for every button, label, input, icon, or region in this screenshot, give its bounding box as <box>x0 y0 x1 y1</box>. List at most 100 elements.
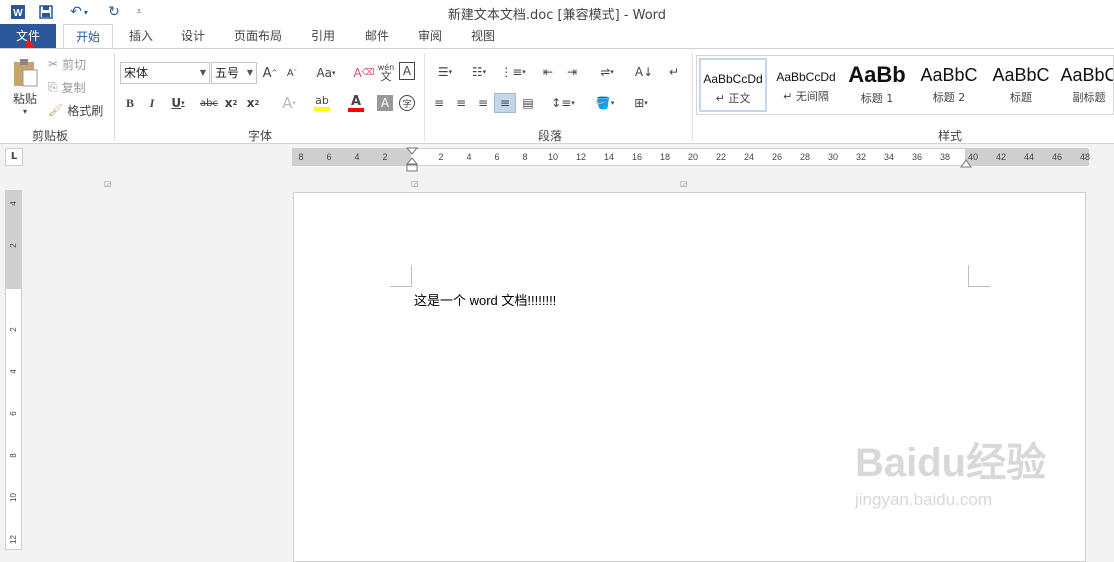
show-marks-icon[interactable]: ↵ <box>664 62 684 82</box>
brush-icon: 🖌 <box>48 103 64 117</box>
paragraph-launcher-icon[interactable]: ◲ <box>680 179 688 188</box>
paste-button[interactable]: 粘贴 ▾ <box>6 55 44 119</box>
bold-icon[interactable]: B <box>122 93 138 113</box>
numbering-icon[interactable]: ☷ ▾ <box>464 62 494 82</box>
cut-label: 剪切 <box>62 57 87 72</box>
document-text[interactable]: 这是一个 word 文档!!!!!!!! <box>414 290 556 309</box>
ruler-tick-label: 28 <box>799 152 810 162</box>
paragraph-group-label: 段落 <box>537 129 562 143</box>
style-name: 副标题 <box>1072 91 1106 104</box>
baidu-watermark: Baidu经验 jingyan.baidu.com <box>855 430 1046 510</box>
watermark-text: Baidu经验 <box>855 441 1047 485</box>
style-normal[interactable]: AaBbCcDd ↵ 正文 <box>699 58 767 112</box>
copy-icon: ⎘ <box>48 79 58 94</box>
ruler-tick-label: 24 <box>743 152 754 162</box>
style-subtitle[interactable]: AaBbC 副标题 <box>1059 58 1114 112</box>
clipboard-group-label: 剪贴板 <box>31 129 68 143</box>
sort-icon[interactable]: A↓ <box>634 62 654 82</box>
ruler-tick-label: 12 <box>575 152 586 162</box>
clipboard-launcher-icon[interactable]: ◲ <box>104 179 112 188</box>
tab-design[interactable]: 设计 <box>170 24 216 48</box>
phonetic-guide-icon[interactable]: wén 文 <box>377 60 395 84</box>
shading-icon[interactable]: 🪣 ▾ <box>590 93 620 113</box>
ruler-tick-label: 2 <box>382 152 388 162</box>
bullets-icon[interactable]: ☰ ▾ <box>430 62 460 82</box>
style-sample: AaBbC <box>1060 65 1114 85</box>
horizontal-ruler[interactable]: 8 6 4 2 2 4 6 8 10 12 14 16 18 20 22 24 26 28 30 32 34 36 38 40… <box>292 147 1090 172</box>
cut-button[interactable]: ✂ 剪切 <box>48 55 86 73</box>
ruler-tick-label: 36 <box>911 152 922 162</box>
superscript-icon[interactable]: x2 <box>244 93 262 113</box>
ruler-tick-label: 6 <box>494 152 500 162</box>
right-indent-marker-icon[interactable] <box>960 158 972 168</box>
text-direction-icon[interactable]: ⇌ ▾ <box>592 62 622 82</box>
grow-font-icon[interactable]: A ^ <box>262 62 278 84</box>
margin-corner <box>968 265 990 287</box>
font-size-combo[interactable]: 五号 ▼ <box>211 62 257 84</box>
font-name-value: 宋体 <box>124 66 149 80</box>
vertical-ruler[interactable]: 4 2 2 4 6 8 10 12 <box>5 190 22 550</box>
tab-mailings[interactable]: 邮件 <box>354 24 400 48</box>
italic-icon[interactable]: I <box>144 93 160 113</box>
tab-view[interactable]: 视图 <box>460 24 506 48</box>
decrease-indent-icon[interactable]: ⇤ <box>538 62 558 82</box>
paste-label: 粘贴 <box>12 92 37 106</box>
change-case-icon[interactable]: Aa ▾ <box>312 62 340 84</box>
ruler-tick-label: 14 <box>603 152 614 162</box>
shrink-font-icon[interactable]: Aˇ <box>284 62 300 84</box>
tab-home[interactable]: 开始 <box>63 24 113 49</box>
indent-marker-icon[interactable] <box>406 147 418 173</box>
ruler-tick-label: 10 <box>9 493 18 502</box>
style-name: ↵ 无间隔 <box>783 90 829 103</box>
clear-format-icon[interactable]: A ⌫ <box>354 62 375 84</box>
ruler-tick-label: 6 <box>9 411 18 416</box>
style-heading-2[interactable]: AaBbC 标题 2 <box>915 58 983 112</box>
style-no-spacing[interactable]: AaBbCcDd ↵ 无间隔 <box>771 58 841 112</box>
increase-indent-icon[interactable]: ⇥ <box>562 62 582 82</box>
format-painter-label: 格式刷 <box>67 103 104 118</box>
character-shading-icon[interactable]: A <box>377 95 393 111</box>
character-border-icon[interactable]: A <box>399 62 415 80</box>
ruler-tick-label: 20 <box>687 152 698 162</box>
borders-icon[interactable]: ⊞ ▾ <box>626 93 656 113</box>
tab-insert[interactable]: 插入 <box>118 24 164 48</box>
tab-layout[interactable]: 页面布局 <box>226 24 290 48</box>
highlight-icon[interactable]: ab <box>308 93 336 113</box>
format-painter-button[interactable]: 🖌 格式刷 <box>48 101 103 119</box>
ruler-tick-label: 8 <box>522 152 528 162</box>
ruler-tick-label: 34 <box>883 152 894 162</box>
ruler-tick-label: 38 <box>939 152 950 162</box>
tab-review[interactable]: 审阅 <box>407 24 453 48</box>
font-launcher-icon[interactable]: ◲ <box>411 179 419 188</box>
style-sample: AaBb <box>848 62 906 87</box>
distributed-icon[interactable]: ▤ <box>519 93 537 113</box>
ruler-tick-label: 4 <box>9 369 18 374</box>
ruler-tick-label: 16 <box>631 152 642 162</box>
strikethrough-icon[interactable]: abc <box>198 93 220 113</box>
ruler-tick-label: 44 <box>1023 152 1034 162</box>
align-center-icon[interactable]: ≡ <box>452 93 470 113</box>
font-name-combo[interactable]: 宋体 ▼ <box>120 62 210 84</box>
style-sample: AaBbCcDd <box>703 72 763 86</box>
text-effects-icon[interactable]: A ▾ <box>276 93 302 113</box>
styles-gallery: AaBbCcDd ↵ 正文 AaBbCcDd ↵ 无间隔 AaBb 标题 1 A… <box>696 55 1114 115</box>
tab-selector[interactable]: L <box>5 148 23 166</box>
font-color-icon[interactable]: A <box>342 93 370 113</box>
align-left-icon[interactable]: ≡ <box>430 93 448 113</box>
subscript-icon[interactable]: x2 <box>222 93 240 113</box>
align-right-icon[interactable]: ≡ <box>474 93 492 113</box>
style-title[interactable]: AaBbC 标题 <box>987 58 1055 112</box>
font-group-label: 字体 <box>247 129 272 143</box>
enclose-characters-icon[interactable]: 字 <box>399 95 415 111</box>
copy-button[interactable]: ⎘ 复制 <box>48 78 86 96</box>
ruler-tick-label: 2 <box>9 243 18 248</box>
underline-icon[interactable]: U ▾ <box>166 93 190 113</box>
style-heading-1[interactable]: AaBb 标题 1 <box>845 58 909 112</box>
divider <box>114 53 115 141</box>
multilevel-list-icon[interactable]: ⋮≡ ▾ <box>498 62 528 82</box>
ribbon: 粘贴 ▾ ✂ 剪切 ⎘ 复制 🖌 格式刷 剪贴板 ◲ 宋体 ▼ 五号 ▼ A ^ Aˇ Aa… <box>0 48 1114 188</box>
tab-references[interactable]: 引用 <box>300 24 346 48</box>
line-spacing-icon[interactable]: ↕≡ ▾ <box>548 93 578 113</box>
margin-corner <box>390 265 412 287</box>
justify-icon[interactable]: ≡ <box>494 93 516 113</box>
